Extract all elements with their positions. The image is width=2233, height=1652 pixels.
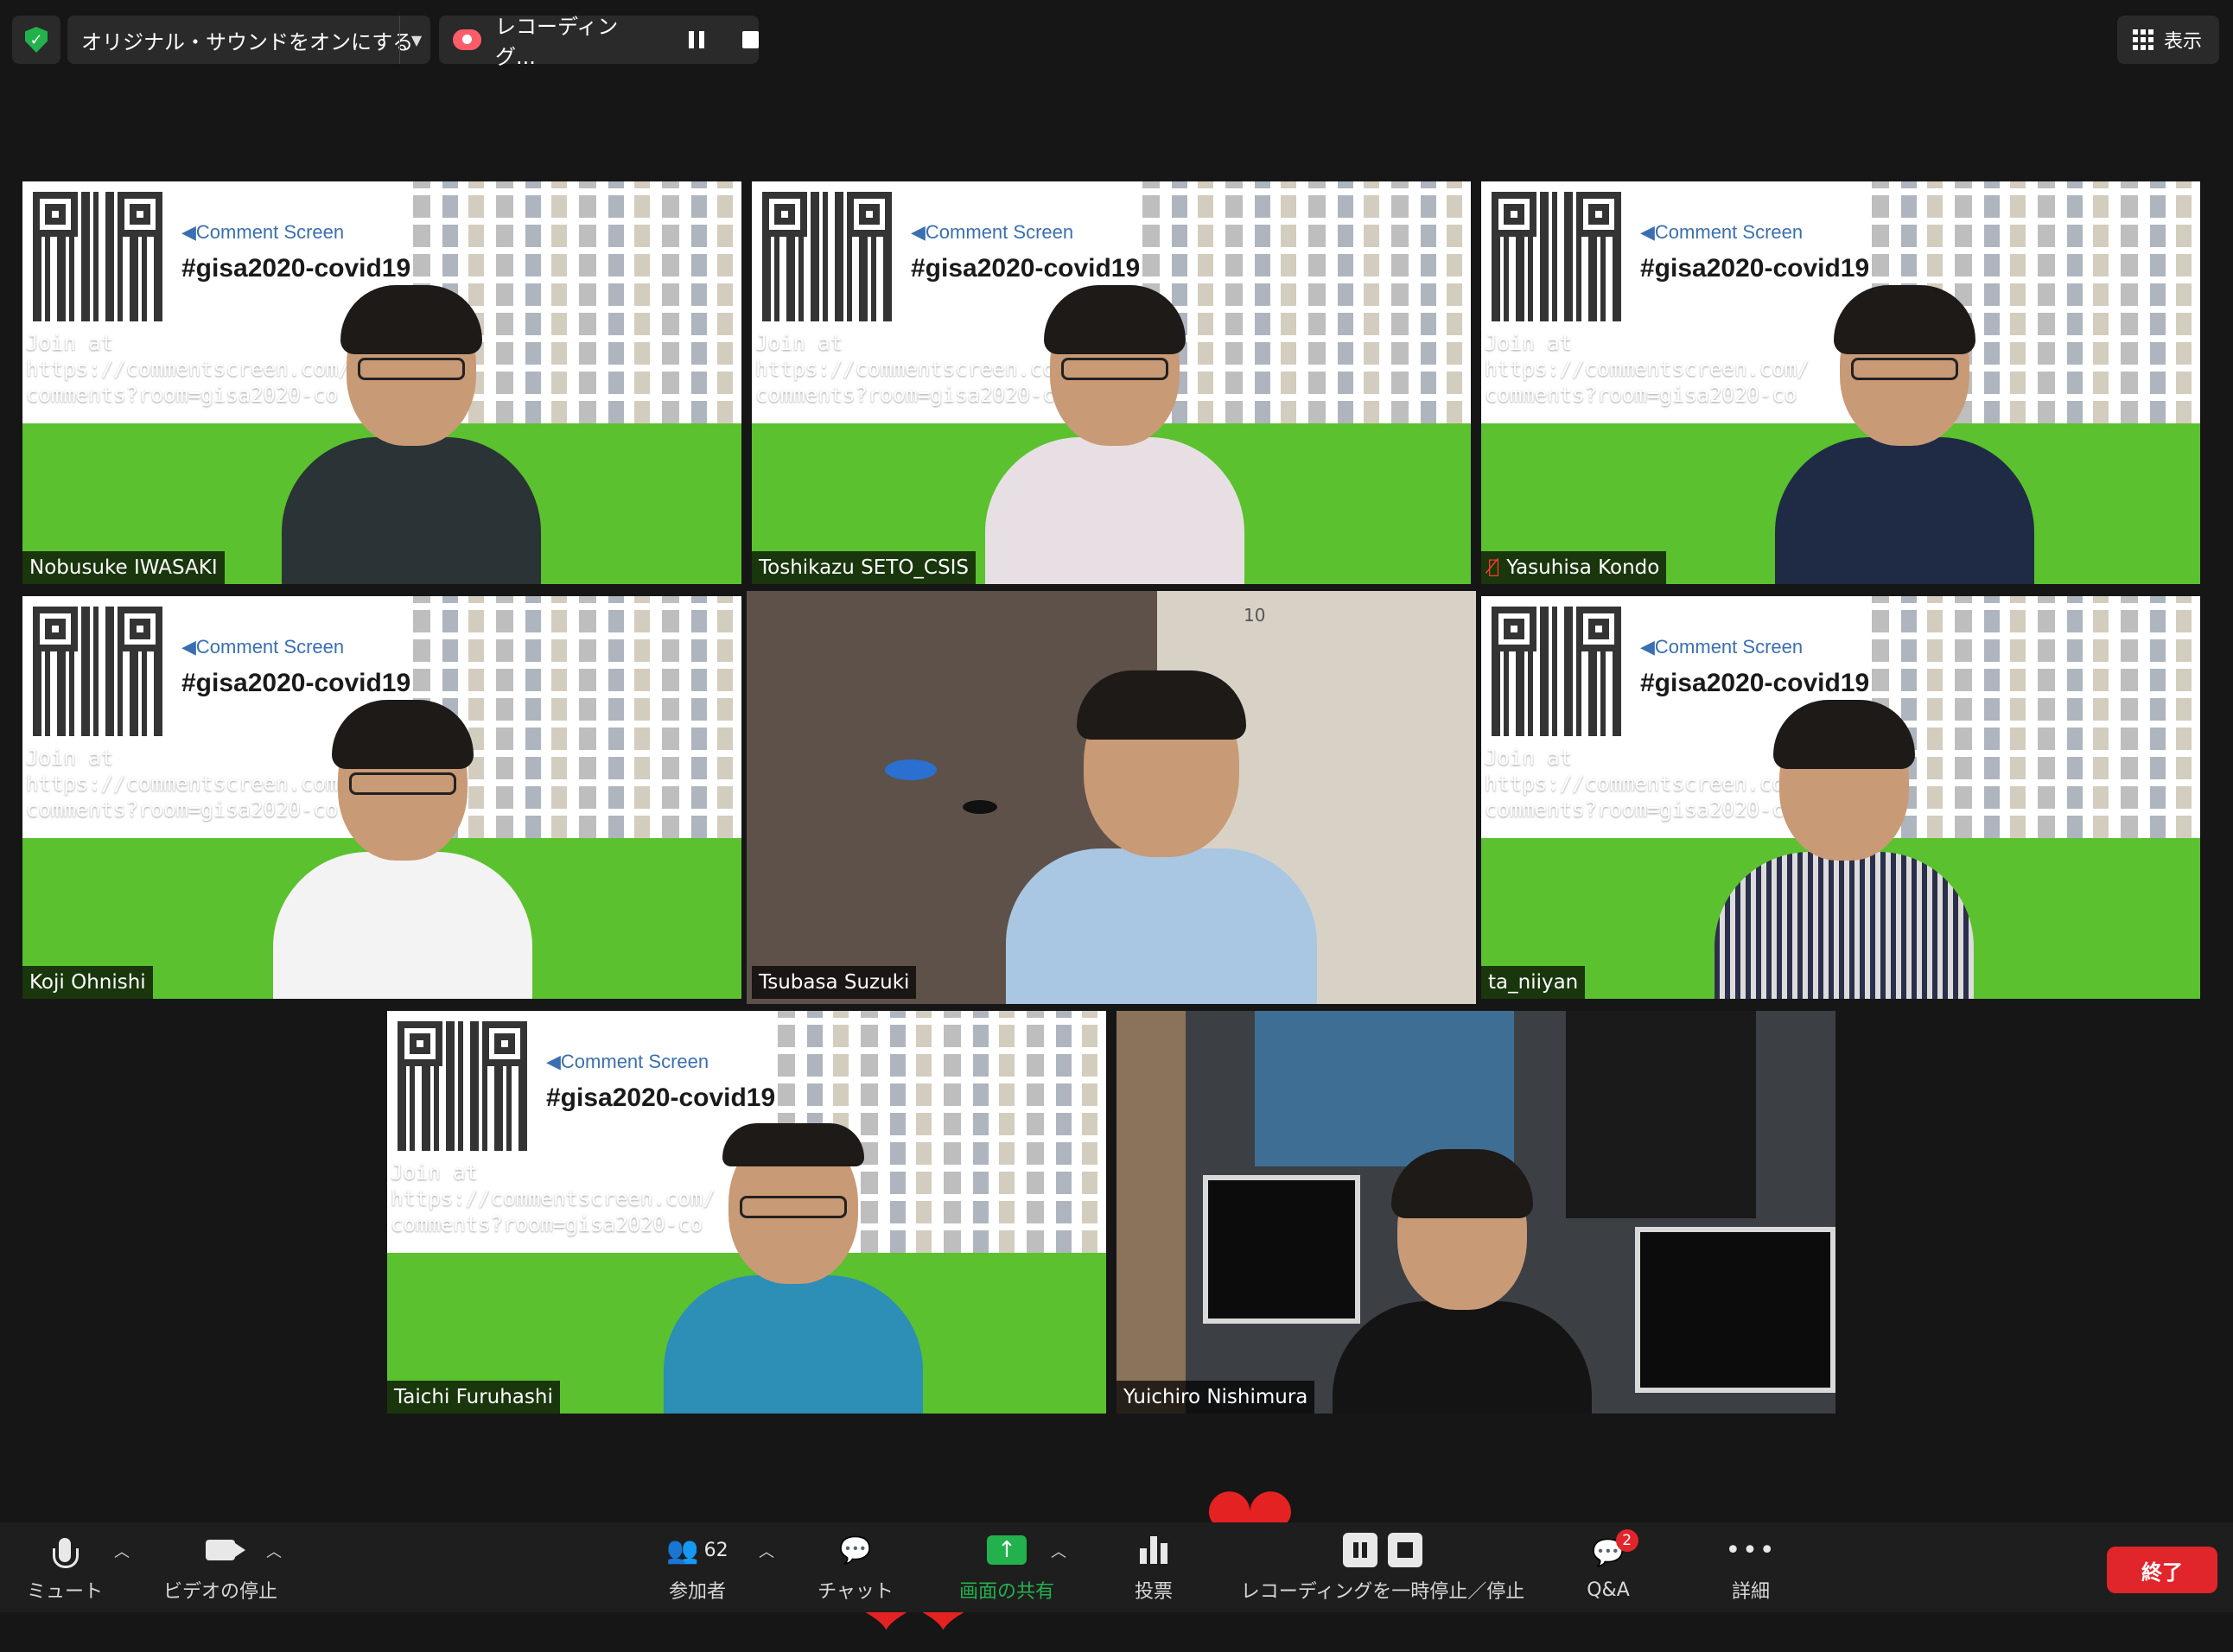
comment-screen-logo: ◀Comment Screen: [911, 221, 1074, 243]
participant-name-tag: Tsubasa Suzuki: [752, 966, 917, 999]
participant-video: [1006, 670, 1317, 1004]
qr-code: [33, 192, 162, 321]
participant-video: [282, 285, 541, 584]
comment-screen-logo: ◀Comment Screen: [181, 636, 345, 658]
recording-indicator: レコーディング...: [439, 15, 759, 69]
video-tile[interactable]: ◀Comment Screen #gisa2020-covid19 Join a…: [752, 181, 1471, 584]
participant-video: [1715, 700, 1974, 999]
participant-name-tag: Nobusuke IWASAKI: [22, 551, 225, 584]
original-sound-label: オリジナル・サウンドをオンにする: [81, 29, 414, 54]
video-tile[interactable]: ◀Comment Screen #gisa2020-covid19 Join a…: [22, 596, 741, 999]
participant-name-tag: Yuichiro Nishimura: [1116, 1381, 1315, 1414]
video-tile[interactable]: Yuichiro Nishimura: [1116, 1011, 1835, 1414]
polls-icon: [1140, 1536, 1167, 1564]
participant-video: [1775, 285, 2034, 584]
end-meeting-button[interactable]: 終了: [2107, 1547, 2217, 1593]
chat-label: チャット: [817, 1581, 894, 1603]
video-tile[interactable]: ◀Comment Screen #gisa2020-covid19 Join a…: [22, 181, 741, 584]
chat-bubble-icon: 💬: [839, 1534, 872, 1566]
more-button[interactable]: ••• 詳細: [1708, 1522, 1794, 1612]
stop-icon[interactable]: [1388, 1533, 1422, 1567]
hashtag-text: #gisa2020-covid19: [181, 669, 411, 697]
chevron-down-icon[interactable]: ▼: [406, 32, 427, 48]
video-camera-icon: [206, 1540, 245, 1560]
monitor: [1635, 1227, 1835, 1393]
cloud-record-icon: [453, 29, 481, 50]
hashtag-text: #gisa2020-covid19: [1640, 669, 1870, 697]
top-bar: ✓ オリジナル・サウンドをオンにする ▼ レコーディング... 表示: [0, 0, 2233, 83]
video-tile[interactable]: ◀Comment Screen #gisa2020-covid19 Join a…: [1481, 181, 2200, 584]
mute-label: ミュート: [26, 1581, 103, 1603]
active-speaker-tile[interactable]: 10 Tsubasa Suzuki: [747, 591, 1476, 1004]
qr-code: [762, 192, 892, 321]
participant-name-tag: 🎙̸ Yasuhisa Kondo: [1481, 551, 1667, 584]
hashtag-text: #gisa2020-covid19: [1640, 254, 1870, 283]
fish-sticker: [885, 759, 937, 780]
view-label: 表示: [2164, 31, 2203, 53]
stop-video-label: ビデオの停止: [162, 1581, 277, 1603]
divider: [399, 16, 400, 64]
comment-screen-logo: ◀Comment Screen: [1640, 221, 1804, 243]
qr-code: [1492, 192, 1621, 321]
microphone-icon: [53, 1538, 79, 1568]
qa-button[interactable]: 💬 2 Q&A: [1569, 1522, 1647, 1612]
chevron-up-icon[interactable]: ︿: [1051, 1540, 1066, 1562]
original-sound-button[interactable]: オリジナル・サウンドをオンにする ▼: [67, 16, 430, 64]
participant-video: [273, 700, 532, 999]
notification-badge: 2: [1615, 1528, 1638, 1552]
hashtag-text: #gisa2020-covid19: [546, 1083, 776, 1112]
chevron-up-icon[interactable]: ︿: [759, 1540, 774, 1562]
more-dots-icon: •••: [1725, 1534, 1777, 1566]
hashtag-text: #gisa2020-covid19: [181, 254, 411, 283]
qr-code: [398, 1021, 527, 1151]
video-tile[interactable]: ◀Comment Screen #gisa2020-covid19 Join a…: [1481, 596, 2200, 999]
comment-screen-logo: ◀Comment Screen: [181, 221, 345, 243]
share-screen-label: 画面の共有: [958, 1581, 1054, 1603]
polls-label: 投票: [1134, 1581, 1173, 1603]
participant-video: [1333, 1149, 1592, 1414]
comment-screen-logo: ◀Comment Screen: [546, 1051, 709, 1072]
qa-label: Q&A: [1587, 1579, 1630, 1601]
share-screen-icon: ↑: [987, 1535, 1027, 1565]
stop-video-button[interactable]: ビデオの停止: [160, 1522, 281, 1612]
participant-name-tag: Toshikazu SETO_CSIS: [752, 551, 976, 584]
participant-video: [664, 1123, 923, 1414]
participant-name-tag: ta_niiyan: [1481, 966, 1586, 999]
more-label: 詳細: [1731, 1581, 1770, 1603]
mic-muted-icon: 🎙̸: [1488, 556, 1500, 578]
participant-name-tag: Taichi Furuhashi: [387, 1381, 560, 1414]
video-tile[interactable]: ◀Comment Screen #gisa2020-covid19 Join a…: [387, 1011, 1106, 1414]
pause-recording-icon[interactable]: [688, 31, 704, 48]
participant-video: [985, 285, 1244, 584]
qr-code: [1492, 607, 1621, 736]
recording-controls[interactable]: レコーディングを一時停止／停止: [1227, 1522, 1538, 1612]
share-screen-button[interactable]: ↑ 画面の共有: [951, 1522, 1063, 1612]
fish-sticker: [963, 800, 997, 814]
meeting-toolbar: ミュート ︿ ビデオの停止 ︿ 👥 62 参加者 ︿ 💬 チャット ↑ 画面の共有…: [0, 1522, 2233, 1612]
participants-label: 参加者: [668, 1581, 726, 1603]
shield-check-icon: ✓: [25, 27, 48, 53]
qr-code: [33, 607, 162, 736]
mute-button[interactable]: ミュート: [26, 1522, 104, 1612]
chevron-up-icon[interactable]: ︿: [266, 1540, 282, 1562]
chevron-up-icon[interactable]: ︿: [114, 1540, 130, 1562]
join-url-text: Join at https://commentscreen.com/ comme…: [1485, 331, 1810, 407]
hashtag-text: #gisa2020-covid19: [911, 254, 1141, 283]
recording-label: レコーディング...: [494, 15, 619, 69]
wall-number: 10: [1244, 605, 1266, 626]
pause-icon[interactable]: [1343, 1533, 1377, 1567]
chat-button[interactable]: 💬 チャット: [812, 1522, 899, 1612]
grid-view-icon: [2133, 29, 2153, 50]
recording-controls-label: レコーディングを一時停止／停止: [1240, 1581, 1525, 1603]
stop-recording-icon[interactable]: [741, 31, 759, 48]
polls-button[interactable]: 投票: [1115, 1522, 1193, 1612]
encryption-shield-button[interactable]: ✓: [12, 16, 60, 64]
participants-button[interactable]: 👥 62 参加者: [650, 1522, 745, 1612]
participant-name-tag: Koji Ohnishi: [22, 966, 153, 999]
participants-count: 62: [703, 1539, 728, 1561]
view-button[interactable]: 表示: [2117, 16, 2219, 64]
comment-screen-logo: ◀Comment Screen: [1640, 636, 1804, 658]
participants-icon: 👥: [666, 1534, 699, 1566]
